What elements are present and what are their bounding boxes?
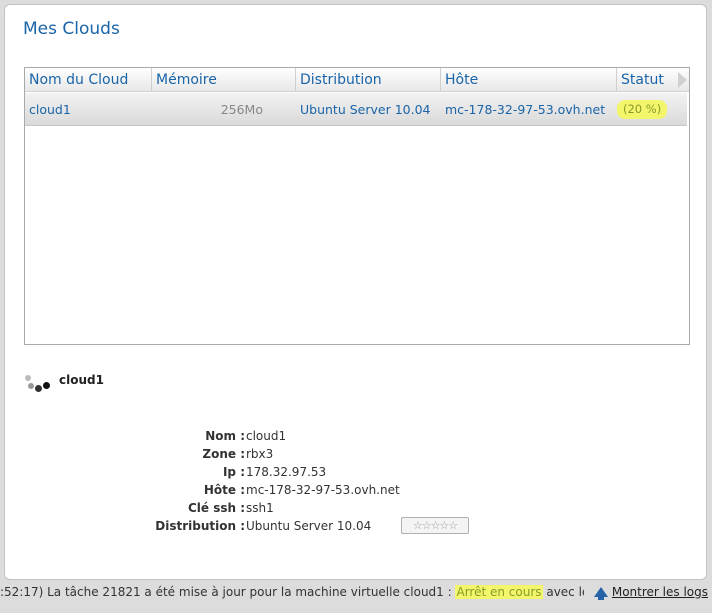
column-header-host[interactable]: Hôte <box>441 68 617 92</box>
info-value: cloud1 <box>246 429 287 443</box>
clouds-window: Mes Clouds Nom du Cloud Mémoire Distribu… <box>4 4 707 580</box>
info-label: Nom : <box>205 429 245 443</box>
show-logs-link[interactable]: Montrer les logs <box>583 581 708 603</box>
arrow-up-icon <box>593 587 608 600</box>
status-bar: :52:17) La tâche 21821 a été mise à jour… <box>0 581 712 603</box>
detail-title: cloud1 <box>59 373 104 387</box>
table-row[interactable]: cloud1 256Mo Ubuntu Server 10.04 mc-178-… <box>25 93 687 126</box>
clouds-grid: Nom du Cloud Mémoire Distribution Hôte S… <box>24 67 690 345</box>
cell-cloud-name: cloud1 <box>29 102 71 117</box>
scroll-right-arrow-icon[interactable] <box>678 72 687 88</box>
column-header-name[interactable]: Nom du Cloud <box>25 68 152 92</box>
log-message: :52:17) La tâche 21821 a été mise à jour… <box>0 581 589 603</box>
log-message-tail: avec le <box>542 585 590 599</box>
cell-distribution: Ubuntu Server 10.04 <box>300 102 431 117</box>
info-label: Clé ssh : <box>187 501 245 515</box>
info-value: rbx3 <box>246 447 274 461</box>
grid-header: Nom du Cloud Mémoire Distribution Hôte S… <box>25 68 689 92</box>
rating-stars-icon[interactable]: ☆☆☆☆☆ <box>401 517 469 534</box>
info-label: Hôte : <box>203 483 245 497</box>
log-message-text: :52:17) La tâche 21821 a été mise à jour… <box>0 585 456 599</box>
loading-spinner-icon <box>25 373 53 395</box>
info-label: Zone : <box>202 447 245 461</box>
log-status-highlight: Arrêt en cours <box>455 585 543 599</box>
info-value: ssh1 <box>246 501 274 515</box>
cell-host: mc-178-32-97-53.ovh.net <box>445 102 606 117</box>
status-badge: (20 %) <box>617 100 668 119</box>
cell-memory: 256Mo <box>220 102 263 117</box>
show-logs-label: Montrer les logs <box>611 585 708 599</box>
info-label: Distribution : <box>155 519 245 533</box>
info-value: 178.32.97.53 <box>246 465 327 479</box>
info-value: Ubuntu Server 10.04 <box>246 519 372 533</box>
info-value: mc-178-32-97-53.ovh.net <box>246 483 400 497</box>
column-header-distribution[interactable]: Distribution <box>296 68 441 92</box>
column-header-memory[interactable]: Mémoire <box>152 68 296 92</box>
page-title: Mes Clouds <box>23 19 120 39</box>
column-header-status[interactable]: Statut <box>617 68 677 92</box>
info-label: Ip : <box>222 465 245 479</box>
